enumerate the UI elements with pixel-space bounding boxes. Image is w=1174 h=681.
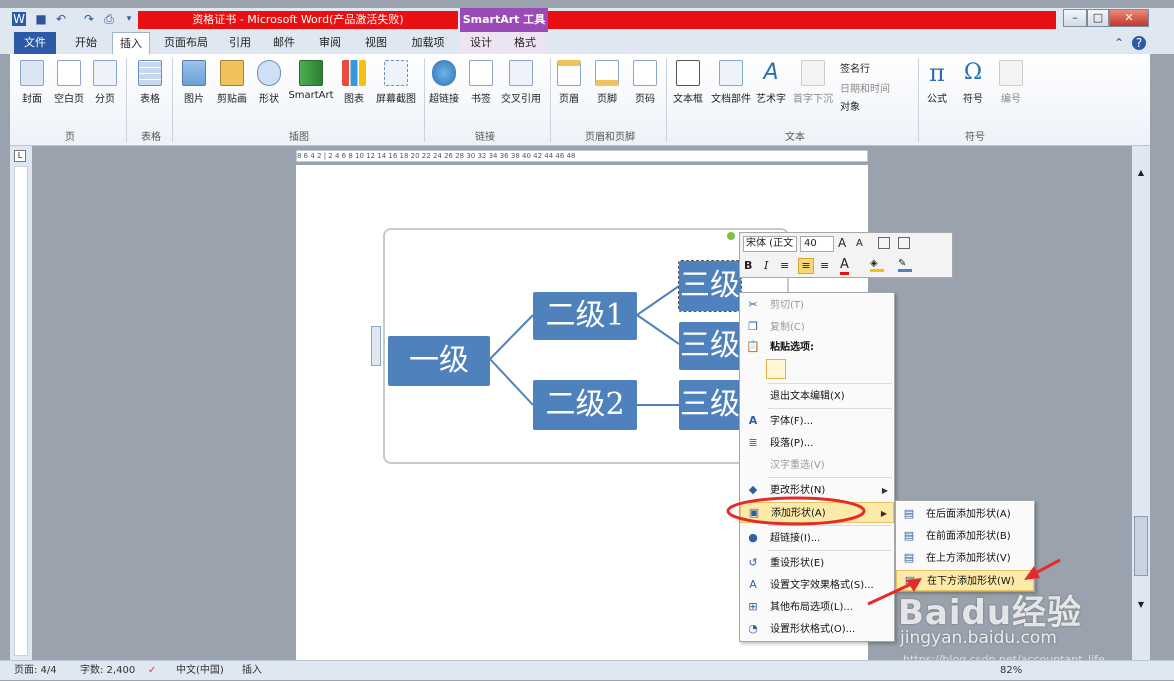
word-count[interactable]: 字数: 2,400 [80, 661, 135, 681]
baidu-watermark-brand: Baidu经验 [898, 593, 1083, 633]
proofing-icon[interactable]: ✓ [148, 661, 156, 681]
tutorial-annotations [726, 496, 1061, 606]
zoom-level[interactable]: 82% [1000, 661, 1022, 681]
page-count[interactable]: 页面: 4/4 [14, 661, 57, 681]
baidu-watermark-site: jingyan.baidu.com [900, 628, 1057, 648]
insert-mode[interactable]: 插入 [242, 661, 262, 681]
language-indicator[interactable]: 中文(中国) [176, 661, 224, 681]
status-bar: 页面: 4/4 字数: 2,400 ✓ 中文(中国) 插入 82% [0, 660, 1174, 680]
